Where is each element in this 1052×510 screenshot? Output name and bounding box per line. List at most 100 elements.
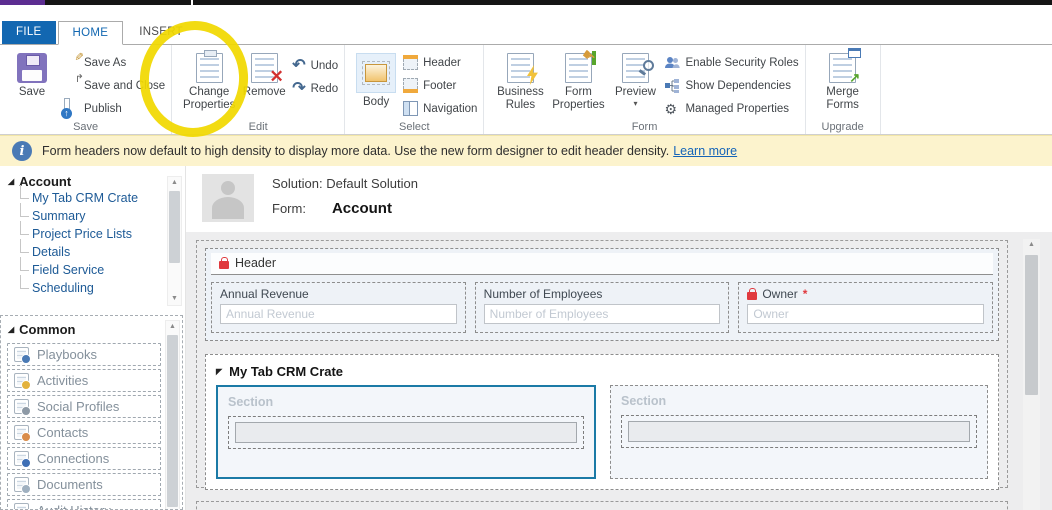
- enable-security-roles-button[interactable]: Enable Security Roles: [664, 51, 799, 74]
- tree-item-my-tab-crm-crate[interactable]: My Tab CRM Crate: [18, 185, 163, 207]
- section-label: Section: [621, 394, 667, 408]
- common-header[interactable]: ◢ Common: [6, 320, 162, 340]
- form-tab-title-bar[interactable]: ◤ My Tab CRM Crate: [216, 361, 988, 385]
- common-item-activities[interactable]: Activities: [7, 369, 161, 392]
- save-group-label: Save: [73, 121, 99, 133]
- connections-icon: [14, 451, 31, 468]
- form-header-title-bar: Header: [211, 253, 993, 275]
- common-item-connections[interactable]: Connections: [7, 447, 161, 470]
- navigation-select-icon: [403, 101, 419, 116]
- form-tab-my-tab-crm-crate[interactable]: ◤ My Tab CRM Crate Section Section: [205, 354, 999, 490]
- empty-field-placeholder[interactable]: [235, 422, 577, 443]
- form-designer-canvas: Header Annual Revenue Number of Employee…: [186, 232, 1052, 510]
- ribbon-group-upgrade: ↗ Merge Forms Upgrade: [806, 45, 881, 134]
- scroll-up-icon[interactable]: ▲: [166, 321, 179, 333]
- tree-item-summary[interactable]: Summary: [18, 203, 163, 225]
- save-icon: [17, 53, 47, 83]
- common-item-contacts[interactable]: Contacts: [7, 421, 161, 444]
- managed-properties-button[interactable]: ⚙ Managed Properties: [664, 97, 798, 120]
- scrollbar-thumb[interactable]: [1025, 255, 1038, 395]
- common-item-playbooks[interactable]: Playbooks: [7, 343, 161, 366]
- collapse-triangle-icon: ◢: [8, 176, 15, 186]
- publish-button[interactable]: Publish: [63, 97, 165, 120]
- save-button[interactable]: Save: [5, 48, 59, 99]
- canvas-scrollbar[interactable]: ▲: [1023, 239, 1040, 510]
- show-dependencies-label: Show Dependencies: [685, 79, 791, 92]
- footer-select-label: Footer: [423, 79, 457, 92]
- redo-button[interactable]: ↷ Redo: [292, 77, 338, 100]
- select-group-label: Select: [398, 121, 430, 133]
- form-section-right[interactable]: Section: [610, 385, 988, 479]
- field-owner[interactable]: Owner *: [738, 282, 994, 333]
- business-rules-button[interactable]: Business Rules: [494, 48, 546, 112]
- learn-more-link[interactable]: Learn more: [673, 144, 737, 158]
- tab-insert[interactable]: INSERT: [125, 21, 197, 44]
- collapse-triangle-icon: ◢: [8, 324, 15, 334]
- scroll-up-icon[interactable]: ▲: [168, 177, 181, 189]
- merge-forms-button[interactable]: ↗ Merge Forms: [816, 48, 870, 112]
- change-properties-label: Change Properties: [182, 86, 236, 112]
- footer-select-icon: [403, 78, 419, 93]
- publish-label: Publish: [84, 102, 122, 115]
- show-dependencies-button[interactable]: Show Dependencies: [664, 74, 798, 97]
- preview-dropdown-icon: ▾: [633, 99, 638, 109]
- ribbon-group-save: Save Save As Save and Close Publish Save: [0, 45, 173, 134]
- body-icon: [356, 53, 397, 93]
- info-icon: i: [12, 141, 32, 161]
- body-label: Body: [363, 96, 390, 108]
- preview-icon: [621, 53, 654, 83]
- account-tree-scrollbar[interactable]: ▲ ▼: [167, 176, 182, 306]
- remove-icon: [250, 53, 284, 87]
- field-label: Owner: [762, 287, 798, 301]
- scroll-up-icon[interactable]: ▲: [1023, 239, 1040, 251]
- common-scrollbar[interactable]: ▲: [165, 320, 180, 509]
- entity-avatar: [202, 174, 254, 222]
- number-of-employees-input[interactable]: [483, 304, 721, 324]
- save-and-close-button[interactable]: Save and Close: [63, 72, 165, 97]
- form-body-container[interactable]: Header Annual Revenue Number of Employee…: [196, 240, 1008, 490]
- form-label: Form:: [272, 201, 306, 216]
- empty-field-placeholder[interactable]: [628, 421, 970, 442]
- header-select-button[interactable]: Header: [403, 51, 477, 74]
- scrollbar-thumb[interactable]: [169, 191, 180, 263]
- section-field-slot[interactable]: [228, 416, 584, 449]
- common-item-documents[interactable]: Documents: [7, 473, 161, 496]
- change-properties-button[interactable]: Change Properties: [182, 48, 236, 112]
- solution-header: Solution: Default Solution Form: Account: [186, 166, 1052, 232]
- preview-button[interactable]: Preview ▾: [610, 48, 660, 109]
- tree-item-project-price-lists[interactable]: Project Price Lists: [18, 221, 163, 243]
- section-field-slot[interactable]: [621, 415, 977, 448]
- field-number-of-employees[interactable]: Number of Employees: [474, 282, 730, 333]
- merge-forms-label: Merge Forms: [826, 86, 859, 112]
- form-properties-button[interactable]: ☛ Form Properties: [550, 46, 606, 112]
- undo-button[interactable]: ↶ Undo: [292, 54, 338, 77]
- undo-label: Undo: [310, 59, 339, 72]
- tree-item-details[interactable]: Details: [18, 239, 163, 261]
- tab-home[interactable]: HOME: [57, 21, 124, 45]
- field-label: Number of Employees: [483, 287, 603, 301]
- scrollbar-thumb[interactable]: [167, 335, 178, 507]
- remove-label: Remove: [242, 86, 286, 98]
- tab-file[interactable]: FILE: [2, 21, 56, 44]
- form-tab-title: My Tab CRM Crate: [229, 364, 344, 379]
- audit-history-icon: [14, 503, 29, 509]
- common-item-label: Audit History: [37, 503, 111, 509]
- navigation-select-button[interactable]: Navigation: [403, 97, 477, 120]
- common-item-label: Documents: [37, 477, 103, 492]
- body-button[interactable]: Body: [353, 48, 399, 109]
- account-tree-header[interactable]: ◢ Account: [8, 174, 163, 189]
- field-annual-revenue[interactable]: Annual Revenue: [211, 282, 466, 333]
- owner-input[interactable]: [747, 304, 985, 324]
- scroll-down-icon[interactable]: ▼: [168, 293, 181, 305]
- common-item-audit-history[interactable]: Audit History: [7, 499, 161, 509]
- annual-revenue-input[interactable]: [220, 304, 457, 324]
- footer-select-button[interactable]: Footer: [403, 74, 477, 97]
- remove-button[interactable]: Remove: [240, 48, 288, 99]
- form-section-left-selected[interactable]: Section: [216, 385, 596, 479]
- form-header-section[interactable]: Header Annual Revenue Number of Employee…: [205, 248, 999, 341]
- tree-item-scheduling[interactable]: Scheduling: [18, 275, 163, 297]
- tree-item-field-service[interactable]: Field Service: [18, 257, 163, 279]
- common-item-social-profiles[interactable]: Social Profiles: [7, 395, 161, 418]
- ribbon-group-edit: Change Properties Remove ↶ Undo ↷ Redo E…: [172, 45, 346, 134]
- required-asterisk: *: [802, 287, 808, 301]
